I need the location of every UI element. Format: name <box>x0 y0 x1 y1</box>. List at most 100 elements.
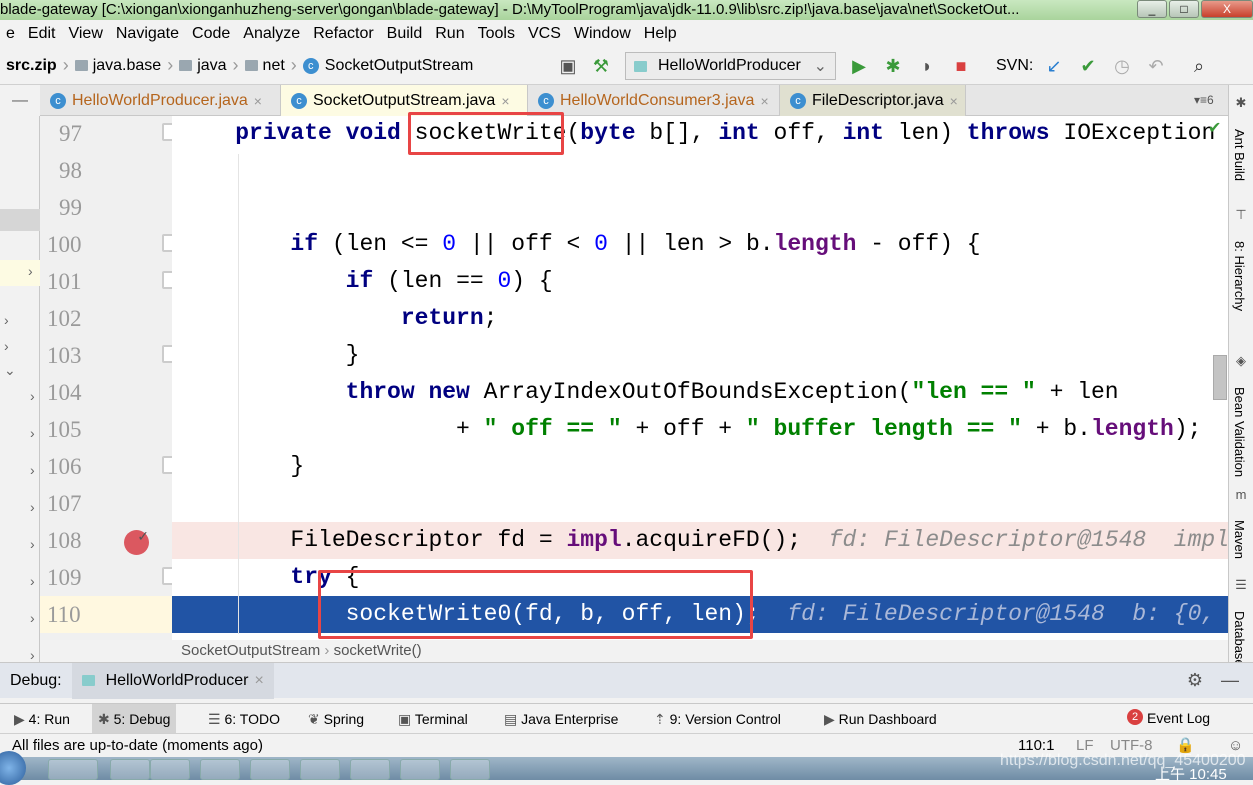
tab-0[interactable]: c HelloWorldProducer.java × <box>40 85 281 116</box>
menu-edit[interactable]: Edit <box>22 25 63 43</box>
line-number[interactable]: 105 <box>47 411 107 448</box>
collapse-icon[interactable]: — <box>12 92 28 110</box>
menu-vcs[interactable]: VCS <box>522 25 568 43</box>
menu-code[interactable]: Code <box>186 25 237 43</box>
close-tab-icon[interactable]: × <box>254 93 262 109</box>
line-number[interactable]: 108 <box>47 522 107 559</box>
right-tool-database[interactable]: ☰ Database <box>1229 577 1253 667</box>
search-icon[interactable]: ⌕ <box>1188 55 1210 77</box>
taskbar-app-2[interactable] <box>150 759 190 780</box>
code-line[interactable]: } <box>172 448 1228 485</box>
code-line[interactable]: if (len <= 0 || off < 0 || len > b.lengt… <box>172 226 1228 263</box>
tree-chevron-icon[interactable]: › <box>30 536 35 552</box>
code-line[interactable] <box>172 189 1228 226</box>
code-line[interactable]: FileDescriptor fd = impl.acquireFD(); fd… <box>172 522 1228 559</box>
menu-navigate[interactable]: Navigate <box>110 25 186 43</box>
tree-chevron-icon[interactable]: › <box>30 499 35 515</box>
tree-chevron-icon[interactable]: › <box>30 388 35 404</box>
line-number[interactable]: 106 <box>47 448 107 485</box>
revert-icon[interactable]: ↶ <box>1145 55 1167 77</box>
menu-view[interactable]: View <box>62 25 109 43</box>
menu-tools[interactable]: Tools <box>472 25 522 43</box>
line-number[interactable]: 98 <box>47 152 107 189</box>
menu-run[interactable]: Run <box>429 25 471 43</box>
tool-6-todo[interactable]: ☰ 6: TODO <box>202 704 286 734</box>
close-window-button[interactable]: X <box>1201 0 1253 18</box>
taskbar-app-5[interactable] <box>300 759 340 780</box>
code-line[interactable]: return; <box>172 300 1228 337</box>
tab-3[interactable]: c FileDescriptor.java × <box>780 85 966 116</box>
line-number[interactable]: 110 <box>40 596 172 633</box>
right-tool-bean-validation[interactable]: ◈ Bean Validation <box>1229 353 1253 477</box>
tree-chevron-icon[interactable]: › <box>28 263 33 279</box>
line-number[interactable]: 109 <box>47 559 107 596</box>
breadcrumb-method[interactable]: socketWrite() <box>334 642 422 659</box>
tree-chevron-icon[interactable]: › <box>30 610 35 626</box>
coverage-icon[interactable]: ◗ <box>916 55 938 77</box>
line-number[interactable]: 99 <box>47 189 107 226</box>
event-log-button[interactable]: Event Log <box>1147 710 1210 726</box>
tool-java-enterprise[interactable]: ▤ Java Enterprise <box>498 704 624 734</box>
tool-terminal[interactable]: ▣ Terminal <box>392 704 474 734</box>
project-row-highlight[interactable] <box>0 260 40 286</box>
line-number[interactable]: 103 <box>47 337 107 374</box>
code-line[interactable] <box>172 485 1228 522</box>
code-line[interactable]: } <box>172 337 1228 374</box>
line-number[interactable]: 104 <box>47 374 107 411</box>
line-number[interactable]: 102 <box>47 300 107 337</box>
svn-update-icon[interactable]: ↙ <box>1043 55 1065 77</box>
right-tool-ant-build[interactable]: ✱ Ant Build <box>1229 95 1253 181</box>
run-configuration-select[interactable]: HelloWorldProducer ⌄ <box>625 52 836 80</box>
tool-run-dashboard[interactable]: ▶ Run Dashboard <box>818 704 943 734</box>
tool-5-debug[interactable]: ✱ 5: Debug <box>92 704 177 734</box>
close-tab-icon[interactable]: × <box>501 93 509 109</box>
build-hammer-icon[interactable]: ⚒ <box>590 55 612 77</box>
tree-chevron-icon[interactable]: › <box>4 338 9 354</box>
tab-2[interactable]: c HelloWorldConsumer3.java × <box>528 85 780 116</box>
line-number[interactable]: 97 <box>47 115 107 152</box>
line-number[interactable]: 100 <box>47 226 107 263</box>
code-line[interactable] <box>172 152 1228 189</box>
stop-icon[interactable]: ■ <box>950 55 972 77</box>
crumb-src-zip[interactable]: src.zip <box>0 57 63 75</box>
tree-chevron-icon[interactable]: › <box>30 425 35 441</box>
taskbar-app-6[interactable] <box>350 759 390 780</box>
crumb-net[interactable]: net <box>239 57 291 75</box>
menu-help[interactable]: Help <box>638 25 684 43</box>
tree-chevron-icon[interactable]: › <box>30 573 35 589</box>
breadcrumb-class[interactable]: SocketOutputStream <box>181 642 320 659</box>
taskbar-app-3[interactable] <box>200 759 240 780</box>
close-icon[interactable]: × <box>254 672 263 690</box>
taskbar-app-8[interactable] <box>450 759 490 780</box>
tree-chevron-icon[interactable]: › <box>30 462 35 478</box>
crumb-java[interactable]: java <box>173 57 232 75</box>
taskbar-app-4[interactable] <box>250 759 290 780</box>
code-line[interactable]: throw new ArrayIndexOutOfBoundsException… <box>172 374 1228 411</box>
tree-chevron-icon[interactable]: › <box>30 647 35 663</box>
svn-commit-icon[interactable]: ✔ <box>1077 55 1099 77</box>
close-tab-icon[interactable]: × <box>950 93 958 109</box>
tree-chevron-icon[interactable]: ⌄ <box>4 362 16 379</box>
debug-session-tab[interactable]: HelloWorldProducer × <box>71 662 274 699</box>
menu-build[interactable]: Build <box>381 25 430 43</box>
right-tool-8-hierarchy[interactable]: ⊤ 8: Hierarchy <box>1229 207 1253 311</box>
line-number[interactable]: 107 <box>47 485 107 522</box>
tool-4-run[interactable]: ▶ 4: Run <box>8 704 76 734</box>
minimize-button[interactable]: _ <box>1137 0 1167 18</box>
line-number[interactable]: 101 <box>47 263 107 300</box>
minimize-panel-icon[interactable]: — <box>1221 670 1239 691</box>
code-line[interactable]: + " off == " + off + " buffer length == … <box>172 411 1228 448</box>
code-line[interactable]: private void socketWrite(byte b[], int o… <box>172 116 1228 152</box>
crumb-class[interactable]: c SocketOutputStream <box>297 57 480 75</box>
menu-analyze[interactable]: Analyze <box>237 25 307 43</box>
tab-overflow-button[interactable]: ▾≡6 <box>1194 93 1214 107</box>
run-config-icon[interactable]: ▣ <box>557 55 579 77</box>
tool-spring[interactable]: ❦ Spring <box>302 704 370 734</box>
breakpoint-icon[interactable]: ✓ <box>124 529 149 555</box>
run-icon[interactable]: ▶ <box>848 55 870 77</box>
menu-e[interactable]: e <box>0 25 22 43</box>
project-row-selected[interactable] <box>0 209 40 231</box>
code-line[interactable]: if (len == 0) { <box>172 263 1228 300</box>
taskbar-app-0[interactable] <box>48 759 98 780</box>
menu-refactor[interactable]: Refactor <box>307 25 380 43</box>
